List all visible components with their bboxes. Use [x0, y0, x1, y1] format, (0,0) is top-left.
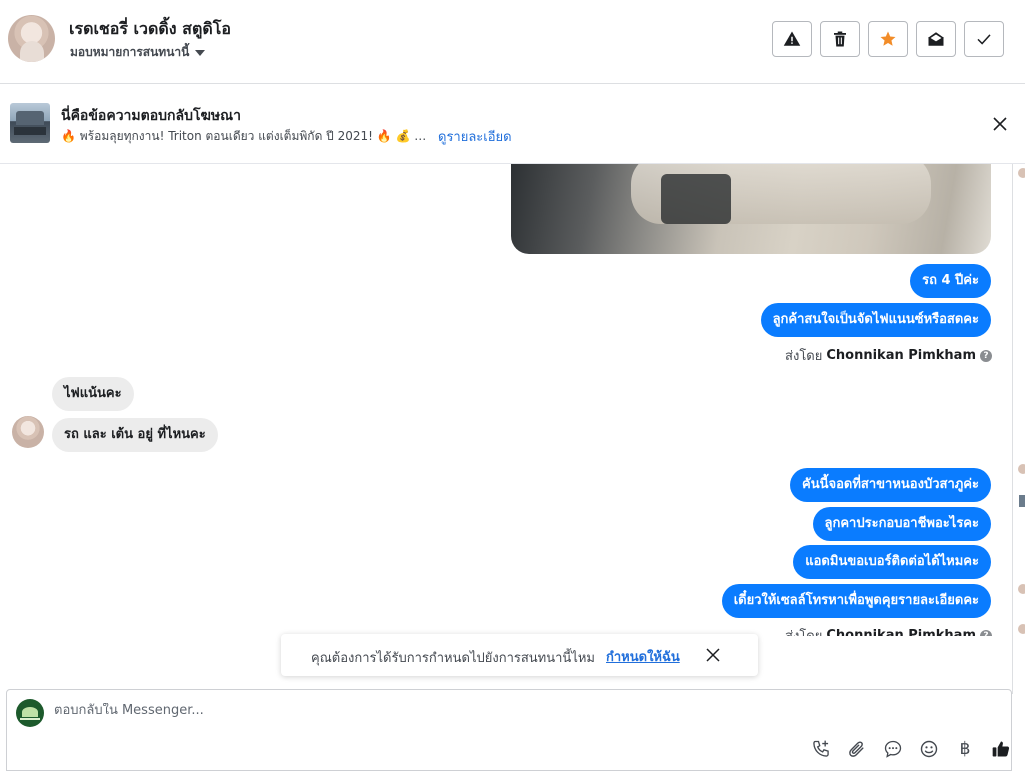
thumbs-up-button[interactable]	[989, 737, 1013, 761]
incoming-message[interactable]: รถ และ เต้น อยู่ ที่ไหนคะ	[52, 418, 218, 452]
close-icon	[706, 648, 720, 662]
assign-label: มอบหมายการสนทนานี้	[70, 45, 190, 59]
ad-title: นี่คือข้อความตอบกลับโฆษณา	[61, 108, 241, 124]
conversation-header: เรดเชอรี่ เวดดิ้ง สตูดิโอ มอบหมายการสนทน…	[0, 0, 1025, 84]
reply-composer: ฿	[6, 689, 1012, 771]
outgoing-message[interactable]: ลูกค้าสนใจเป็นจัดไฟแนนซ์หรือสดคะ	[760, 303, 991, 337]
alert-triangle-icon	[783, 31, 801, 46]
caret-down-icon	[195, 49, 206, 56]
contact-avatar-small	[1018, 584, 1025, 594]
mark-unread-button[interactable]	[916, 21, 956, 57]
attachment-button[interactable]	[845, 737, 869, 761]
close-icon	[993, 117, 1007, 131]
page-avatar	[16, 699, 44, 727]
assign-to-me-link[interactable]: กำหนดให้ฉัน	[606, 646, 680, 667]
mark-done-button[interactable]	[964, 21, 1004, 57]
side-panel-edge	[1012, 164, 1025, 694]
incoming-message[interactable]: ไฟแน้นคะ	[52, 377, 134, 411]
baht-payment-icon: ฿	[959, 739, 971, 759]
help-icon[interactable]: ?	[980, 349, 992, 362]
outgoing-message[interactable]: เดี๋ยวให้เซลล์โทรหาเพื่อพูดคุยรายละเอียด…	[721, 584, 991, 618]
message-thread[interactable]: รถ 4 ปีค่ะ ลูกค้าสนใจเป็นจัดไฟแนนซ์หรือส…	[0, 164, 1012, 636]
help-icon[interactable]: ?	[980, 629, 992, 636]
ad-thumbnail-small	[1019, 495, 1025, 507]
sent-by-name: Chonnikan Pimkham	[826, 628, 976, 636]
sent-by-label: ส่งโดย Chonnikan Pimkham ?	[785, 625, 992, 636]
envelope-open-icon	[928, 32, 944, 46]
outgoing-message[interactable]: คันนี้จอดที่สาขาหนองบัวสาภูค่ะ	[790, 468, 991, 502]
outgoing-message[interactable]: ลูกคาประกอบอาชีพอะไรคะ	[812, 507, 991, 541]
assign-conversation-dropdown[interactable]: มอบหมายการสนทนานี้	[70, 43, 206, 62]
ad-details-link[interactable]: ดูรายละเอียด	[438, 126, 512, 147]
check-icon	[977, 34, 991, 45]
emoji-icon	[920, 740, 938, 758]
ad-reply-banner: นี่คือข้อความตอบกลับโฆษณา 🔥 พร้อมลุยทุกง…	[0, 84, 1025, 164]
close-toast-button[interactable]	[703, 645, 723, 665]
contact-avatar-small	[1018, 464, 1025, 474]
outgoing-message[interactable]: รถ 4 ปีค่ะ	[910, 264, 991, 298]
assign-prompt-toast: คุณต้องการได้รับการกำหนดไปยังการสนทนานี้…	[281, 634, 758, 676]
sent-by-prefix: ส่งโดย	[785, 349, 823, 364]
assign-prompt-text: คุณต้องการได้รับการกำหนดไปยังการสนทนานี้…	[311, 651, 595, 666]
star-button[interactable]	[868, 21, 908, 57]
sent-by-label: ส่งโดย Chonnikan Pimkham ?	[785, 345, 992, 366]
call-add-icon	[813, 740, 829, 757]
contact-avatar-small	[1018, 624, 1025, 634]
close-ad-banner-button[interactable]	[986, 110, 1014, 138]
saved-replies-button[interactable]	[881, 737, 905, 761]
ad-description: 🔥 พร้อมลุยทุกงาน! Triton ตอนเดียว แต่งเต…	[61, 129, 431, 143]
delete-button[interactable]	[820, 21, 860, 57]
attachment-icon	[849, 741, 864, 757]
emoji-button[interactable]	[917, 737, 941, 761]
call-add-button[interactable]	[809, 737, 833, 761]
contact-avatar[interactable]	[8, 15, 55, 62]
thumbs-up-icon	[992, 741, 1010, 757]
star-icon	[880, 31, 896, 46]
payment-button[interactable]: ฿	[953, 737, 977, 761]
saved-replies-icon	[884, 740, 902, 758]
reply-input[interactable]	[54, 703, 754, 718]
report-spam-button[interactable]	[772, 21, 812, 57]
trash-icon	[834, 31, 846, 47]
contact-avatar-small[interactable]	[12, 416, 44, 448]
contact-avatar-small	[1018, 168, 1025, 178]
sent-by-name: Chonnikan Pimkham	[826, 348, 976, 363]
shared-car-photo[interactable]	[511, 164, 991, 254]
sent-by-prefix: ส่งโดย	[785, 625, 822, 636]
contact-name[interactable]: เรดเชอรี่ เวดดิ้ง สตูดิโอ	[69, 17, 231, 42]
ad-thumbnail[interactable]	[10, 103, 50, 143]
outgoing-message[interactable]: แอดมินขอเบอร์ติดต่อได้ไหมคะ	[793, 545, 991, 579]
